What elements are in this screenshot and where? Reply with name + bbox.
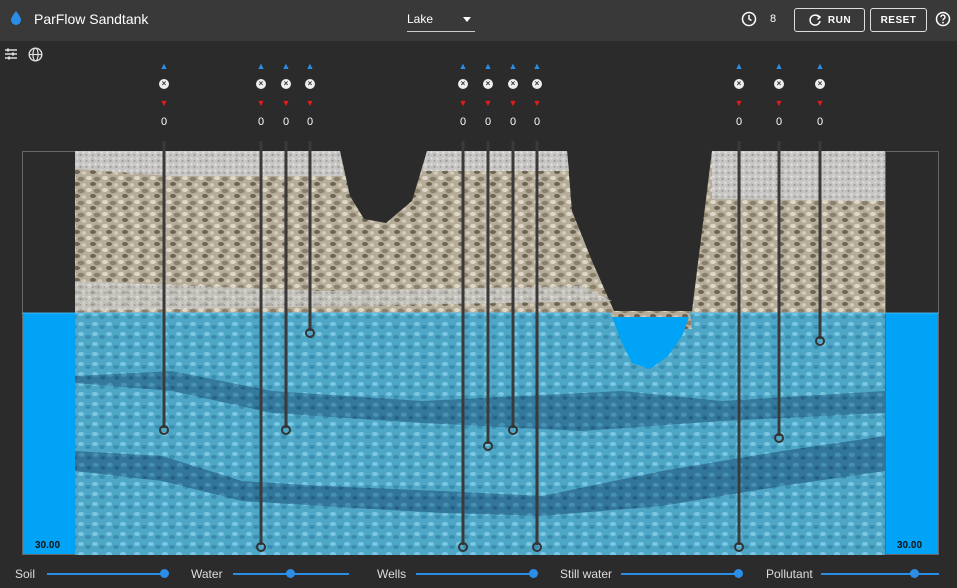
- inject-arrow-icon[interactable]: ▲: [772, 61, 786, 71]
- bottom-bar: Soil Water Wells Still water Pollutant: [0, 560, 957, 588]
- well-rate: 0: [816, 116, 824, 128]
- inject-arrow-icon[interactable]: ▲: [456, 61, 470, 71]
- well-rate: 0: [509, 116, 517, 128]
- inject-arrow-icon[interactable]: ▲: [279, 61, 293, 71]
- extract-arrow-icon[interactable]: ▼: [772, 98, 786, 108]
- scenario-select-value: Lake: [407, 12, 434, 26]
- extract-arrow-icon[interactable]: ▼: [481, 98, 495, 108]
- still-water-slider-handle[interactable]: [734, 569, 743, 578]
- extract-arrow-icon[interactable]: ▼: [530, 98, 544, 108]
- inject-arrow-icon[interactable]: ▲: [530, 61, 544, 71]
- extract-arrow-icon[interactable]: ▼: [303, 98, 317, 108]
- water-slider-label: Water: [191, 567, 223, 581]
- scenario-select[interactable]: Lake: [407, 8, 475, 32]
- extract-arrow-icon[interactable]: ▼: [279, 98, 293, 108]
- soil-slider-track[interactable]: [47, 573, 165, 575]
- close-icon[interactable]: ×: [532, 79, 542, 89]
- inject-arrow-icon[interactable]: ▲: [506, 61, 520, 71]
- wells-slider-track[interactable]: [416, 573, 534, 575]
- step-counter: 8: [770, 13, 777, 25]
- extract-arrow-icon[interactable]: ▼: [813, 98, 827, 108]
- extract-arrow-icon[interactable]: ▼: [254, 98, 268, 108]
- pollutant-slider-track[interactable]: [821, 573, 939, 575]
- inject-arrow-icon[interactable]: ▲: [157, 61, 171, 71]
- close-icon[interactable]: ×: [508, 79, 518, 89]
- well-rate: 0: [775, 116, 783, 128]
- inject-arrow-icon[interactable]: ▲: [732, 61, 746, 71]
- app-title: ParFlow Sandtank: [34, 11, 149, 27]
- pollutant-slider-handle[interactable]: [910, 569, 919, 578]
- still-water-slider-label: Still water: [560, 567, 613, 581]
- settings-sliders-icon[interactable]: [4, 47, 18, 61]
- well-rate: 0: [257, 116, 265, 128]
- well-rate: 0: [533, 116, 541, 128]
- help-icon[interactable]: [935, 11, 951, 27]
- globe-icon[interactable]: [28, 47, 43, 62]
- refresh-icon: [809, 14, 822, 26]
- close-icon[interactable]: ×: [774, 79, 784, 89]
- close-icon[interactable]: ×: [305, 79, 315, 89]
- reset-label: RESET: [880, 14, 917, 26]
- close-icon[interactable]: ×: [256, 79, 266, 89]
- extract-arrow-icon[interactable]: ▼: [732, 98, 746, 108]
- chevron-down-icon: [463, 17, 471, 22]
- close-icon[interactable]: ×: [281, 79, 291, 89]
- well-rate: 0: [160, 116, 168, 128]
- soil-slider-handle[interactable]: [160, 569, 169, 578]
- well-rate: 0: [306, 116, 314, 128]
- reset-button[interactable]: RESET: [870, 8, 927, 32]
- inject-arrow-icon[interactable]: ▲: [254, 61, 268, 71]
- well-rate: 0: [735, 116, 743, 128]
- soil-slider-label: Soil: [15, 567, 36, 581]
- water-drop-icon: [11, 11, 21, 25]
- well-rate: 0: [282, 116, 290, 128]
- run-label: RUN: [827, 14, 852, 26]
- extract-arrow-icon[interactable]: ▼: [456, 98, 470, 108]
- extract-arrow-icon[interactable]: ▼: [157, 98, 171, 108]
- run-button[interactable]: RUN: [794, 8, 865, 32]
- close-icon[interactable]: ×: [483, 79, 493, 89]
- pollutant-slider-label: Pollutant: [766, 567, 813, 581]
- close-icon[interactable]: ×: [159, 79, 169, 89]
- inject-arrow-icon[interactable]: ▲: [481, 61, 495, 71]
- inject-arrow-icon[interactable]: ▲: [813, 61, 827, 71]
- still-water-slider-track[interactable]: [621, 573, 739, 575]
- close-icon[interactable]: ×: [734, 79, 744, 89]
- clock-icon: [741, 11, 757, 27]
- close-icon[interactable]: ×: [458, 79, 468, 89]
- sandtank-stage: 30.00 30.00: [22, 141, 939, 555]
- inject-arrow-icon[interactable]: ▲: [303, 61, 317, 71]
- extract-arrow-icon[interactable]: ▼: [506, 98, 520, 108]
- close-icon[interactable]: ×: [815, 79, 825, 89]
- top-bar: ParFlow Sandtank Lake 8 RUN RESET: [0, 0, 957, 41]
- terrain-view[interactable]: [22, 141, 939, 555]
- water-slider-handle[interactable]: [286, 569, 295, 578]
- wells-slider-handle[interactable]: [529, 569, 538, 578]
- well-rate: 0: [459, 116, 467, 128]
- well-rate: 0: [484, 116, 492, 128]
- wells-slider-label: Wells: [377, 567, 407, 581]
